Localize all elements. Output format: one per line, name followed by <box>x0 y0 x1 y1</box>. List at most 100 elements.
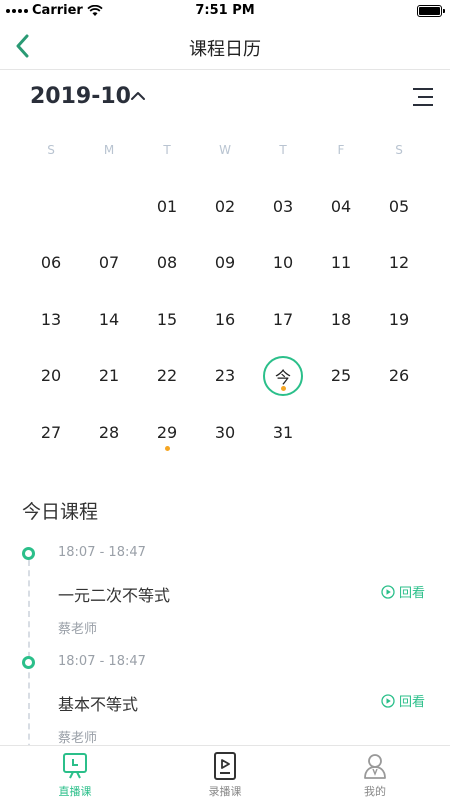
month-selector[interactable]: 2019-10 <box>30 84 131 109</box>
day-number: 04 <box>330 196 352 216</box>
calendar-day[interactable]: 19 <box>370 291 428 348</box>
day-number: 25 <box>330 366 352 386</box>
calendar-day[interactable]: 04 <box>312 178 370 235</box>
day-number: 27 <box>40 422 62 442</box>
day-number: 28 <box>98 422 120 442</box>
calendar-day[interactable]: 25 <box>312 348 370 405</box>
calendar-day[interactable]: 10 <box>254 235 312 292</box>
course-item[interactable]: 18:07 - 18:47 基本不等式 蔡老师 回看 <box>0 647 450 748</box>
calendar-day[interactable]: 13 <box>22 291 80 348</box>
course-timeline: 18:07 - 18:47 一元二次不等式 蔡老师 回看 18:07 - 18:… <box>0 538 450 748</box>
course-name: 基本不等式 <box>58 695 139 714</box>
month-header: 2019-10 <box>0 78 450 118</box>
day-number: 13 <box>40 309 62 329</box>
tab-profile[interactable]: 我的 <box>300 746 450 799</box>
calendar-day[interactable]: 18 <box>312 291 370 348</box>
weekday-label: F <box>337 143 345 157</box>
calendar-day[interactable]: 07 <box>80 235 138 292</box>
chevron-up-icon[interactable] <box>130 90 146 102</box>
calendar-day[interactable]: 08 <box>138 235 196 292</box>
list-menu-icon[interactable] <box>412 86 434 108</box>
weekday-label: M <box>103 143 115 157</box>
day-number: 09 <box>214 253 236 273</box>
calendar-day[interactable]: 22 <box>138 348 196 405</box>
day-number: 14 <box>98 309 120 329</box>
calendar-day[interactable]: 17 <box>254 291 312 348</box>
tab-live-class[interactable]: 直播课 <box>0 746 150 799</box>
weekday-label: W <box>219 143 231 157</box>
calendar-day[interactable]: 09 <box>196 235 254 292</box>
status-time: 7:51 PM <box>195 3 255 18</box>
calendar-day[interactable]: 03 <box>254 178 312 235</box>
calendar-day[interactable]: 31 <box>254 404 312 461</box>
calendar-day[interactable]: 06 <box>22 235 80 292</box>
day-number: 18 <box>330 309 352 329</box>
tab-label: 直播课 <box>58 785 92 798</box>
play-circle-icon <box>381 584 395 599</box>
course-time: 18:07 - 18:47 <box>58 545 146 560</box>
chevron-left-icon <box>16 34 29 58</box>
course-teacher: 蔡老师 <box>58 622 98 637</box>
calendar-day-today[interactable]: 今 <box>254 348 312 405</box>
play-circle-icon <box>381 693 395 708</box>
course-time: 18:07 - 18:47 <box>58 654 146 669</box>
tab-bar: 直播课 录播课 我的 <box>0 745 450 799</box>
calendar-day[interactable]: 01 <box>138 178 196 235</box>
live-class-icon <box>63 753 87 779</box>
replay-button[interactable]: 回看 <box>381 691 425 710</box>
timeline-node <box>22 547 35 560</box>
replay-label: 回看 <box>398 586 425 601</box>
day-number: 31 <box>272 422 294 442</box>
calendar-day[interactable]: 21 <box>80 348 138 405</box>
calendar-day[interactable]: 23 <box>196 348 254 405</box>
calendar-day[interactable]: 14 <box>80 291 138 348</box>
day-number: 30 <box>214 422 236 442</box>
status-bar: Carrier 7:51 PM <box>0 0 450 22</box>
nav-bar: 课程日历 <box>0 22 450 70</box>
day-number: 29 <box>156 422 178 442</box>
today-courses-title: 今日课程 <box>22 501 99 523</box>
calendar-day[interactable]: 05 <box>370 178 428 235</box>
day-number: 15 <box>156 309 178 329</box>
calendar-day[interactable]: 29 <box>138 404 196 461</box>
calendar-day[interactable]: 12 <box>370 235 428 292</box>
day-number: 16 <box>214 309 236 329</box>
tab-recorded-class[interactable]: 录播课 <box>150 746 300 799</box>
back-button[interactable] <box>10 32 34 60</box>
battery-icon <box>417 5 445 17</box>
day-number: 03 <box>272 196 294 216</box>
calendar-day[interactable]: 30 <box>196 404 254 461</box>
day-number: 19 <box>388 309 410 329</box>
day-number: 今 <box>274 367 291 387</box>
day-number: 07 <box>98 253 120 273</box>
calendar-day[interactable]: 11 <box>312 235 370 292</box>
weekday-label: S <box>395 143 403 157</box>
calendar-day[interactable]: 28 <box>80 404 138 461</box>
day-number: 17 <box>272 309 294 329</box>
day-number: 22 <box>156 366 178 386</box>
timeline-node <box>22 656 35 669</box>
weekday-label: S <box>47 143 55 157</box>
replay-button[interactable]: 回看 <box>381 582 425 601</box>
replay-label: 回看 <box>398 695 425 710</box>
calendar-day[interactable]: 26 <box>370 348 428 405</box>
calendar-day[interactable]: 16 <box>196 291 254 348</box>
course-item[interactable]: 18:07 - 18:47 一元二次不等式 蔡老师 回看 <box>0 538 450 647</box>
course-teacher: 蔡老师 <box>58 731 98 746</box>
calendar-day[interactable]: 27 <box>22 404 80 461</box>
day-number: 21 <box>98 366 120 386</box>
day-number: 11 <box>330 253 352 273</box>
day-number: 23 <box>214 366 236 386</box>
day-number: 20 <box>40 366 62 386</box>
day-number: 26 <box>388 366 410 386</box>
calendar-day[interactable]: 02 <box>196 178 254 235</box>
day-number: 05 <box>388 196 410 216</box>
calendar-day[interactable]: 15 <box>138 291 196 348</box>
day-number: 08 <box>156 253 178 273</box>
course-name: 一元二次不等式 <box>58 586 171 605</box>
calendar-day[interactable]: 20 <box>22 348 80 405</box>
calendar-grid: 01 02 03 04 05 06 07 08 09 10 11 12 13 14 15 16 17 18 19 20… <box>22 178 428 461</box>
tab-label: 录播课 <box>208 785 242 798</box>
day-number: 01 <box>156 196 178 216</box>
weekday-header: SMTWTFS <box>22 143 428 157</box>
